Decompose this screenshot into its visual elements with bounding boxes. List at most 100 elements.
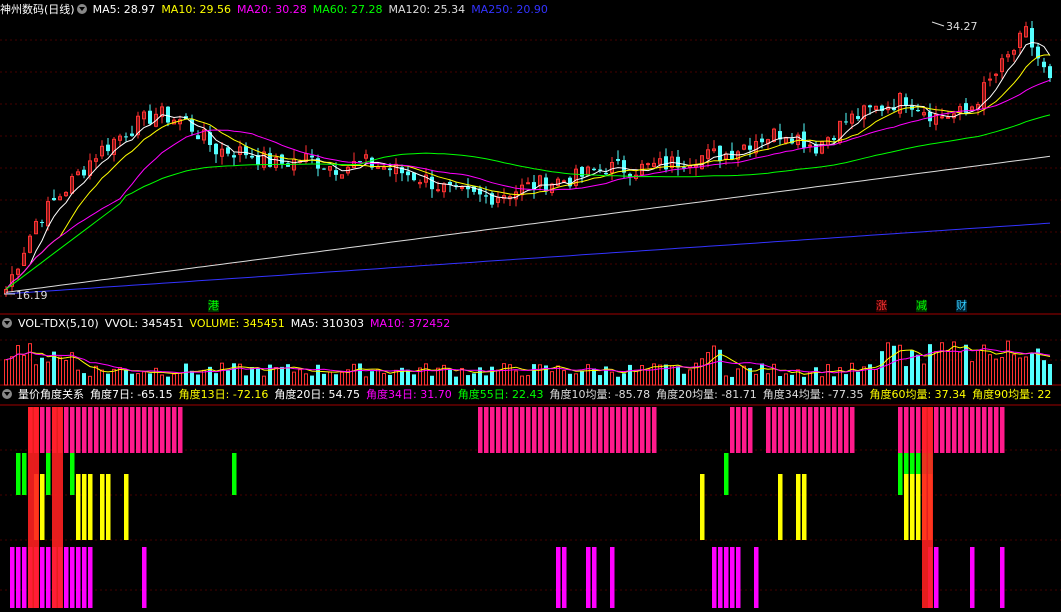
candle-up: [988, 78, 992, 81]
angle-bar-pink: [130, 407, 135, 453]
volume-bar-up: [538, 364, 542, 386]
angle-bar-pink: [592, 407, 597, 453]
candle-down: [868, 105, 872, 108]
volume-bar-up: [142, 371, 146, 386]
angle-bar-pink: [976, 407, 981, 453]
angle-bar-pink: [730, 407, 735, 453]
angle-panel-title[interactable]: 量价角度关系: [18, 388, 84, 401]
volume-bar-up: [958, 351, 962, 386]
indicator-value: MA5: 310303: [290, 317, 365, 330]
volume-bar-down: [316, 364, 320, 385]
angle-bar-magenta: [712, 547, 717, 608]
angle-bar-pink: [940, 407, 945, 453]
volume-bar-up: [550, 371, 554, 386]
indicator-value: MA60: 27.28: [312, 3, 383, 16]
volume-bar-down: [370, 371, 374, 385]
badge-hk[interactable]: 港: [208, 300, 219, 312]
volume-bar-up: [274, 366, 278, 386]
volume-bar-up: [88, 375, 92, 386]
indicator-value: VOLUME: 345451: [189, 317, 285, 330]
volume-bar-up: [646, 368, 650, 386]
volume-bar-up: [34, 364, 38, 386]
angle-bar-green: [16, 453, 21, 495]
volume-bar-down: [430, 375, 434, 385]
volume-bar-up: [424, 363, 428, 386]
angle-bar-yellow: [910, 474, 915, 540]
chevron-down-icon[interactable]: [2, 389, 12, 399]
candle-up: [460, 186, 464, 189]
volume-bar-down: [916, 354, 920, 385]
candle-up: [940, 116, 944, 119]
grid-lines: [0, 39, 1061, 591]
volume-bar-down: [124, 369, 128, 385]
volume-panel-title[interactable]: VOL-TDX(5,10): [18, 317, 99, 330]
badge-finance[interactable]: 财: [956, 300, 967, 312]
angle-bar-pink: [46, 407, 51, 453]
volume-bar-up: [292, 371, 296, 386]
angle-bar-green: [724, 453, 729, 495]
chevron-down-icon[interactable]: [2, 318, 12, 328]
volume-bar-down: [598, 375, 602, 385]
angle-bar-pink: [106, 407, 111, 453]
angle-bar-pink: [514, 407, 519, 453]
volume-bar-down: [484, 375, 488, 385]
candle-up: [808, 144, 812, 147]
volume-bar-down: [1030, 352, 1034, 385]
angle-bar-pink: [994, 407, 999, 453]
angle-bar-magenta: [754, 547, 759, 608]
badge-rise[interactable]: 涨: [876, 300, 887, 312]
ma5-line: [5, 41, 1051, 290]
chevron-down-icon[interactable]: [76, 4, 87, 14]
volume-bar-down: [214, 373, 218, 385]
candle-down: [286, 163, 290, 167]
indicator-value: 角度34日: 31.70: [366, 388, 452, 401]
candle-down: [250, 155, 254, 158]
candle-down: [334, 170, 338, 175]
angle-bar-magenta: [610, 547, 615, 608]
angle-bar-yellow: [916, 474, 921, 540]
volume-bar-down: [532, 364, 536, 385]
volume-bar-down: [856, 371, 860, 385]
candle-down: [760, 138, 764, 143]
angle-bar-pink: [796, 407, 801, 453]
angle-bar-pink: [790, 407, 795, 453]
volume-bar-up: [562, 370, 566, 386]
volume-bar-up: [940, 342, 944, 386]
volume-bar-down: [196, 374, 200, 385]
angle-bar-pink: [502, 407, 507, 453]
price-panel-title[interactable]: 神州数码(日线): [0, 3, 75, 16]
volume-bar-up: [820, 376, 824, 386]
ma120-line: [5, 155, 1051, 293]
angle-bar-magenta: [16, 547, 21, 608]
badge-reduce[interactable]: 减: [916, 300, 927, 312]
angle-bar-pink: [178, 407, 183, 453]
volume-bar-down: [844, 374, 848, 385]
volume-bar-up: [298, 369, 302, 386]
volume-bar-up: [1018, 357, 1022, 386]
angle-panel-header: 量价角度关系 角度7日: -65.15 角度13日: -72.16 角度20日: 54…: [0, 387, 1061, 403]
volume-bar-up: [574, 373, 578, 386]
high-price-label: 34.27: [946, 20, 978, 33]
volume-bar-up: [58, 356, 62, 386]
volume-bar-up: [352, 363, 356, 386]
angle-bar-pink: [766, 407, 771, 453]
candle-up: [526, 182, 530, 185]
volume-bar-down: [190, 370, 194, 385]
indicator-value: 角度55日: 22.43: [457, 388, 544, 401]
angle-bar-yellow: [700, 474, 705, 540]
angle-bar-pink: [118, 407, 123, 453]
angle-bar-pink: [112, 407, 117, 453]
volume-bar-up: [934, 351, 938, 386]
angle-bar-pink: [478, 407, 483, 453]
candle-down: [1048, 66, 1052, 79]
angle-bar-pink: [808, 407, 813, 453]
volume-bar-up: [220, 362, 224, 386]
candle-down: [406, 171, 410, 176]
candle-up: [436, 189, 440, 192]
angle-bar-pink: [778, 407, 783, 453]
angle-bar-magenta: [1000, 547, 1005, 608]
indicator-value: 角度34均量: -77.35: [762, 388, 864, 401]
angle-bar-yellow: [802, 474, 807, 540]
volume-bar-down: [802, 376, 806, 385]
angle-bar-pink: [736, 407, 741, 453]
